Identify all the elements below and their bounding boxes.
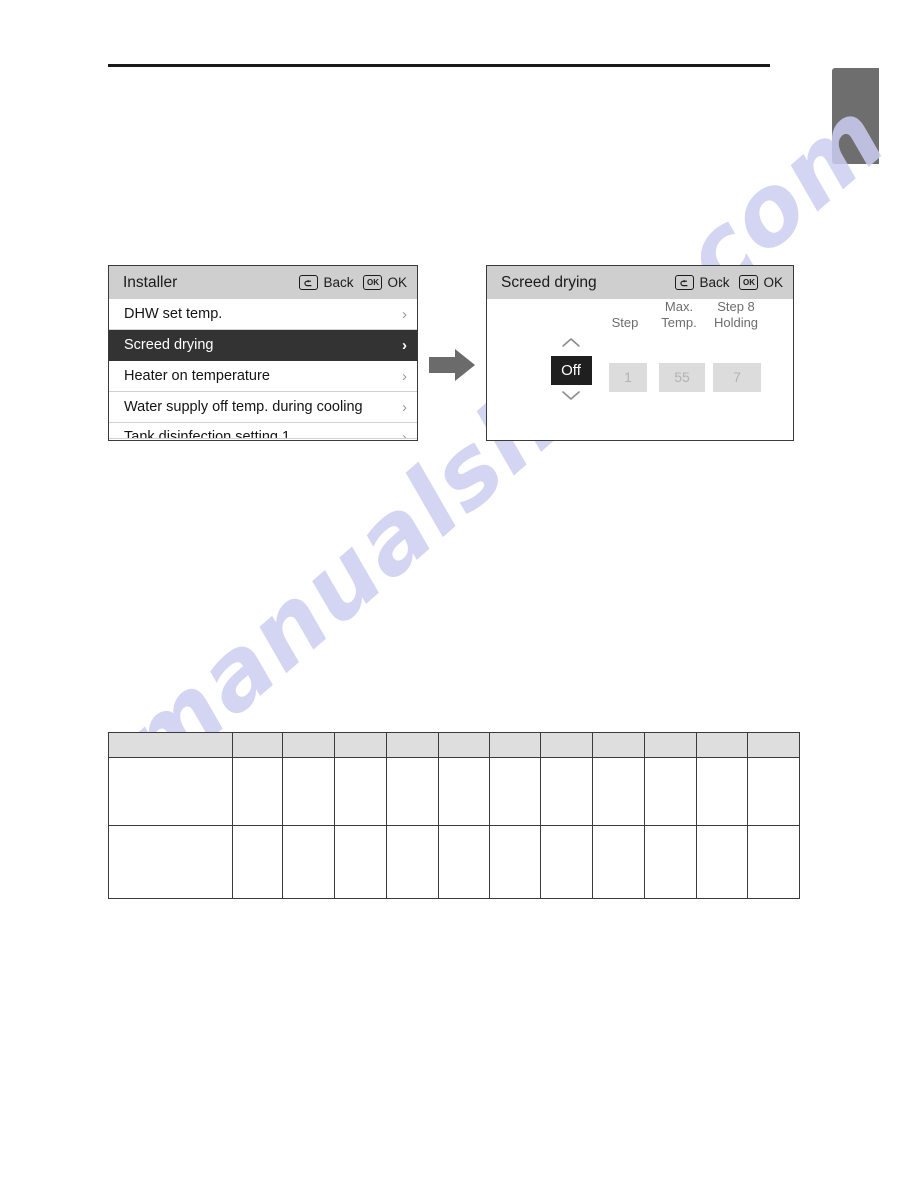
column-header-step8-holding: Step 8 Holding	[703, 299, 769, 331]
table-header-cell	[386, 732, 439, 758]
table-cell	[747, 825, 800, 899]
mode-spinner[interactable]: Off	[543, 335, 599, 406]
sidebar-item-dhw-set-temp[interactable]: DHW set temp. ›	[109, 299, 417, 330]
column-headers: Step Max. Temp. Step 8 Holding	[487, 299, 793, 357]
right-arrow-icon	[428, 348, 476, 382]
step8-holding-value-box[interactable]: 7	[713, 363, 761, 392]
table-header-cell	[108, 732, 233, 758]
screed-page-title: Screed drying	[501, 273, 597, 291]
table-cell	[334, 757, 387, 826]
chevron-up-icon[interactable]	[543, 335, 599, 353]
column-header-max-temp-line2: Temp.	[661, 315, 697, 330]
screed-header-actions: Back OK OK	[675, 275, 783, 290]
menu-item-label: Water supply off temp. during cooling	[124, 399, 363, 415]
column-header-step-line2: Step	[611, 315, 639, 330]
watermark-text: manualshive.com	[98, 79, 908, 804]
page-root: manualshive.com Installer Back OK OK DHW…	[0, 0, 918, 1188]
sidebar-item-screed-drying[interactable]: Screed drying ›	[109, 330, 417, 361]
table-cell	[644, 757, 697, 826]
page-title: Installer	[123, 273, 178, 291]
table-cell	[386, 825, 439, 899]
table-cell	[592, 757, 645, 826]
sidebar-item-water-supply-off-temp[interactable]: Water supply off temp. during cooling ›	[109, 392, 417, 423]
table-cell	[282, 757, 335, 826]
back-arrow-icon[interactable]	[299, 275, 319, 290]
mode-value[interactable]: Off	[550, 356, 592, 385]
chevron-right-icon: ›	[402, 367, 407, 385]
table-cell	[540, 825, 593, 899]
screed-body: Step Max. Temp. Step 8 Holding Off 1 55 …	[487, 299, 793, 439]
chevron-right-icon: ›	[402, 398, 407, 416]
chevron-right-icon: ›	[402, 305, 407, 323]
table-cell	[108, 757, 233, 826]
table-cell	[334, 825, 387, 899]
table-cell	[696, 757, 748, 826]
table-header-cell	[489, 732, 541, 758]
table-header-cell	[438, 732, 490, 758]
table-cell	[489, 825, 541, 899]
menu-item-label: DHW set temp.	[124, 306, 223, 322]
ok-key-icon[interactable]: OK	[739, 275, 759, 290]
table-cell	[386, 757, 439, 826]
screed-drying-screen: Screed drying Back OK OK Step Max. Temp.…	[486, 265, 794, 441]
chevron-right-icon: ›	[402, 336, 407, 354]
installer-header-actions: Back OK OK	[299, 275, 407, 290]
ok-key-icon[interactable]: OK	[363, 275, 383, 290]
menu-item-label: Screed drying	[124, 337, 214, 353]
table-cell	[696, 825, 748, 899]
ok-button-label[interactable]: OK	[387, 275, 407, 290]
back-button-label[interactable]: Back	[323, 275, 353, 290]
table-cell	[592, 825, 645, 899]
table-header-cell	[644, 732, 697, 758]
table-cell	[644, 825, 697, 899]
chevron-down-icon[interactable]	[543, 388, 599, 406]
header-rule	[108, 64, 770, 67]
column-header-max-temp-line1: Max.	[664, 299, 694, 314]
table-header-cell	[540, 732, 593, 758]
spec-table	[108, 732, 800, 899]
back-button-label[interactable]: Back	[699, 275, 729, 290]
installer-screen: Installer Back OK OK DHW set temp. › Scr…	[108, 265, 418, 441]
table-cell	[232, 757, 283, 826]
ok-button-label[interactable]: OK	[763, 275, 783, 290]
table-cell	[489, 757, 541, 826]
table-header-cell	[232, 732, 283, 758]
step-value-box[interactable]: 1	[609, 363, 647, 392]
menu-item-label: Heater on temperature	[124, 368, 270, 384]
table-cell	[282, 825, 335, 899]
table-header-cell	[696, 732, 748, 758]
table-row	[108, 825, 800, 899]
table-header-row	[108, 732, 800, 758]
back-arrow-icon[interactable]	[675, 275, 695, 290]
table-header-cell	[747, 732, 800, 758]
table-cell	[438, 757, 490, 826]
table-header-cell	[334, 732, 387, 758]
max-temp-value-box[interactable]: 55	[659, 363, 705, 392]
table-cell	[108, 825, 233, 899]
screed-screen-header: Screed drying Back OK OK	[487, 266, 793, 299]
chevron-right-icon: ›	[402, 429, 407, 439]
sidebar-item-tank-disinfection-setting-1[interactable]: Tank disinfection setting 1 ›	[109, 423, 417, 439]
table-cell	[747, 757, 800, 826]
column-header-step8-holding-line2: Holding	[713, 315, 759, 330]
table-header-cell	[592, 732, 645, 758]
sidebar-item-heater-on-temperature[interactable]: Heater on temperature ›	[109, 361, 417, 392]
table-header-cell	[282, 732, 335, 758]
menu-item-label: Tank disinfection setting 1	[124, 429, 291, 439]
installer-screen-header: Installer Back OK OK	[109, 266, 417, 299]
table-cell	[232, 825, 283, 899]
column-header-max-temp: Max. Temp.	[651, 299, 707, 331]
table-cell	[438, 825, 490, 899]
chapter-thumb-tab	[832, 68, 879, 164]
table-row	[108, 757, 800, 826]
table-cell	[540, 757, 593, 826]
column-header-step: Step	[597, 315, 653, 331]
column-header-step8-holding-line1: Step 8	[717, 299, 755, 314]
